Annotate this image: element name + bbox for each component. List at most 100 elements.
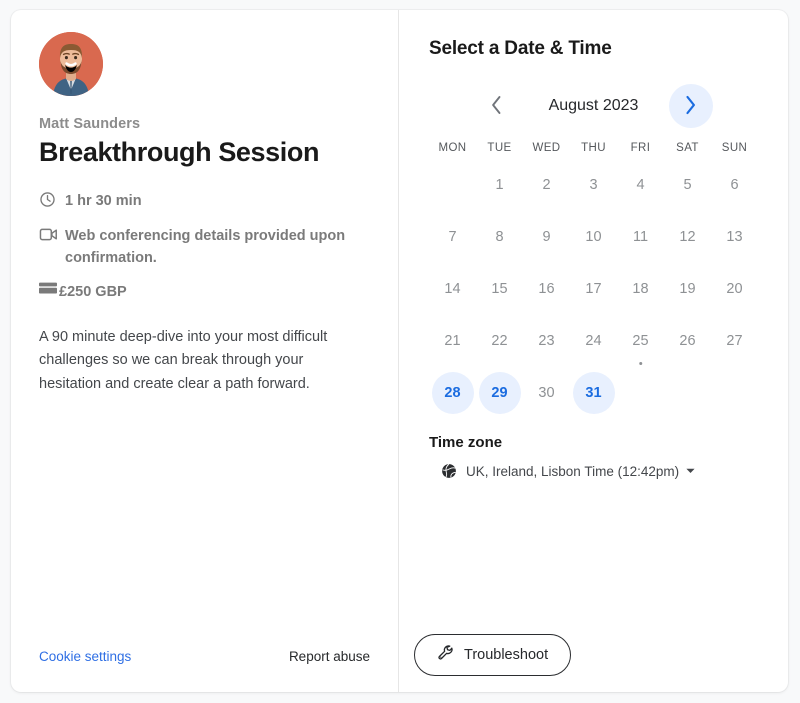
calendar-day-19: 19 [664, 264, 711, 314]
credit-card-icon [39, 281, 59, 295]
globe-icon [441, 463, 457, 479]
calendar-day-label: 26 [679, 333, 696, 349]
left-footer: Cookie settings Report abuse [39, 649, 370, 664]
calendar-day-label: 19 [679, 281, 696, 297]
calendar-day-25: 25 [617, 316, 664, 366]
previous-month-button[interactable] [475, 84, 519, 128]
weekday-wed: WED [532, 142, 561, 154]
calendar-day-label [620, 372, 662, 414]
calendar-day-15: 15 [476, 264, 523, 314]
calendar-week-row: 28 29 30 31 [429, 368, 758, 418]
calendar-day-18: 18 [617, 264, 664, 314]
calendar-day-empty [711, 368, 758, 418]
calendar-day-28[interactable]: 28 [429, 368, 476, 418]
calendar-week-row: 1 2 3 4 5 6 [429, 160, 758, 210]
event-location-text: Web conferencing details provided upon c… [65, 227, 346, 266]
calendar-day-8: 8 [476, 212, 523, 262]
calendar-day-label: 10 [585, 229, 602, 245]
calendar-day-label: 25 [632, 333, 649, 349]
calendar-day-14: 14 [429, 264, 476, 314]
month-navigation: August 2023 [429, 84, 758, 128]
event-price-text: £250 GBP [59, 284, 127, 301]
calendar-day-label: 11 [632, 229, 649, 245]
report-abuse-link[interactable]: Report abuse [289, 649, 370, 664]
booking-card: Matt Saunders Breakthrough Session 1 hr … [11, 10, 788, 692]
calendar-day-label: 14 [444, 281, 461, 297]
calendar-day-17: 17 [570, 264, 617, 314]
timezone-value-text: UK, Ireland, Lisbon Time (12:42pm) [466, 463, 680, 479]
troubleshoot-button[interactable]: Troubleshoot [414, 634, 572, 676]
calendar-day-label: 8 [495, 229, 504, 245]
calendar-day-label: 13 [726, 229, 743, 245]
calendar-day-label: 28 [431, 372, 474, 414]
calendar-day-31[interactable]: 31 [570, 368, 617, 418]
calendar-week-row: 21 22 23 24 25 26 27 [429, 316, 758, 366]
weekday-header-row: MON TUE WED THU FRI SAT SUN [429, 142, 758, 154]
calendar-day-1: 1 [476, 160, 523, 210]
event-duration-row: 1 hr 30 min [39, 190, 370, 212]
calendar-day-20: 20 [711, 264, 758, 314]
event-price-row: £250 GBP [39, 281, 370, 303]
troubleshoot-label: Troubleshoot [464, 647, 549, 663]
scheduler-title: Select a Date & Time [429, 38, 612, 59]
calendar-day-label [432, 164, 474, 206]
timezone-selector[interactable]: UK, Ireland, Lisbon Time (12:42pm) [429, 463, 758, 479]
event-duration-text: 1 hr 30 min [65, 193, 142, 210]
calendar-day-12: 12 [664, 212, 711, 262]
calendar-day-29[interactable]: 29 [476, 368, 523, 418]
chevron-right-icon [684, 95, 697, 118]
wrench-icon [437, 644, 455, 666]
event-details-panel: Matt Saunders Breakthrough Session 1 hr … [11, 10, 399, 692]
calendar-day-label: 22 [491, 333, 508, 349]
calendar-week-row: 14 15 16 17 18 19 20 [429, 264, 758, 314]
timezone-label: Time zone [429, 434, 503, 451]
cookie-settings-link[interactable]: Cookie settings [39, 649, 131, 664]
calendar-day-3: 3 [570, 160, 617, 210]
calendar-day-empty [617, 368, 664, 418]
calendar-day-label: 6 [730, 177, 739, 193]
calendar-day-label [714, 372, 756, 414]
weekday-fri: FRI [630, 142, 651, 154]
calendar-day-empty [664, 368, 711, 418]
weekday-tue: TUE [487, 142, 512, 154]
calendar-week-row: 7 8 9 10 11 12 13 [429, 212, 758, 262]
month-label: August 2023 [548, 97, 639, 114]
host-name: Matt Saunders [39, 116, 141, 132]
calendar-day-label: 29 [478, 372, 521, 414]
calendar-day-empty [429, 160, 476, 210]
calendar-day-label: 4 [636, 177, 645, 193]
calendar-day-27: 27 [711, 316, 758, 366]
event-title: Breakthrough Session [39, 137, 320, 167]
calendar-day-label: 2 [542, 177, 551, 193]
calendar-day-label: 5 [683, 177, 692, 193]
calendar-day-10: 10 [570, 212, 617, 262]
calendar-day-label: 17 [585, 281, 602, 297]
calendar-day-24: 24 [570, 316, 617, 366]
calendar-day-23: 23 [523, 316, 570, 366]
calendar-day-label: 1 [495, 177, 504, 193]
calendar-day-26: 26 [664, 316, 711, 366]
calendar-day-16: 16 [523, 264, 570, 314]
today-indicator-dot [638, 361, 643, 365]
event-description: A 90 minute deep-dive into your most dif… [39, 328, 328, 392]
calendar-day-label [667, 372, 709, 414]
video-camera-icon [39, 225, 65, 243]
calendar-day-30: 30 [523, 368, 570, 418]
calendar-day-9: 9 [523, 212, 570, 262]
calendar-day-label: 21 [444, 333, 461, 349]
weekday-sat: SAT [676, 142, 699, 154]
calendar-grid: 1 2 3 4 5 6 7 8 9 10 11 12 13 14 15 16 17 18 19 20 21 22 23 24 2… [429, 160, 758, 418]
calendar-day-2: 2 [523, 160, 570, 210]
calendar-day-label: 3 [589, 177, 598, 193]
calendar-day-label: 16 [538, 281, 555, 297]
calendar-day-6: 6 [711, 160, 758, 210]
next-month-button[interactable] [668, 84, 713, 128]
calendar-day-label: 20 [726, 281, 743, 297]
calendar-day-label: 7 [448, 229, 457, 245]
calendar-day-label: 12 [679, 229, 696, 245]
calendar-day-label: 31 [572, 372, 615, 414]
clock-icon [39, 190, 65, 208]
calendar-day-21: 21 [429, 316, 476, 366]
weekday-thu: THU [581, 142, 606, 154]
calendar-day-13: 13 [711, 212, 758, 262]
